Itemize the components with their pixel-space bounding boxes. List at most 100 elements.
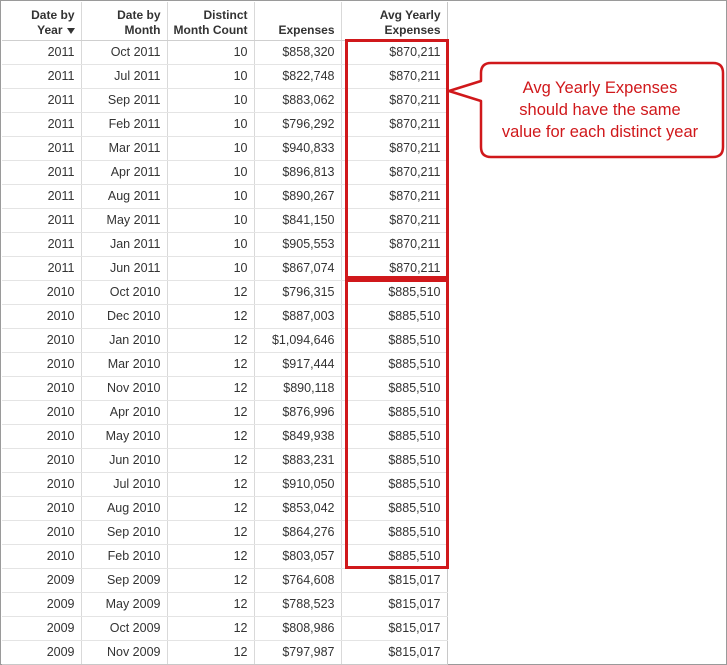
table-row[interactable]: 2010 Apr 2010 12 $876,996 $885,510 [2,400,448,425]
cell-distinct-month-count: 12 [167,496,255,521]
cell-avg-yearly-expenses: $870,211 [341,40,448,65]
table-row[interactable]: 2011 Aug 2011 10 $890,267 $870,211 [2,184,448,209]
table-row[interactable]: 2011 Feb 2011 10 $796,292 $870,211 [2,112,448,137]
callout-line: value for each distinct year [501,123,699,141]
cell-expenses: $796,315 [254,280,342,305]
cell-month: Nov 2009 [81,640,168,665]
cell-expenses: $849,938 [254,424,342,449]
table-row[interactable]: 2011 Apr 2011 10 $896,813 $870,211 [2,160,448,185]
header-label: Date by [117,8,161,22]
header-avg-yearly-expenses[interactable]: Avg Yearly Expenses [341,2,448,41]
cell-avg-yearly-expenses: $885,510 [341,400,448,425]
table-row[interactable]: 2011 Jul 2011 10 $822,748 $870,211 [2,64,448,89]
table-row[interactable]: 2011 May 2011 10 $841,150 $870,211 [2,208,448,233]
cell-year: 2011 [2,184,82,209]
cell-month: Sep 2010 [81,520,168,545]
cell-distinct-month-count: 12 [167,304,255,329]
cell-year: 2010 [2,520,82,545]
cell-avg-yearly-expenses: $870,211 [341,184,448,209]
table-row[interactable]: 2009 Sep 2009 12 $764,608 $815,017 [2,568,448,593]
cell-expenses: $896,813 [254,160,342,185]
cell-avg-yearly-expenses: $885,510 [341,424,448,449]
cell-avg-yearly-expenses: $815,017 [341,592,448,617]
table-row[interactable]: 2010 Oct 2010 12 $796,315 $885,510 [2,280,448,305]
cell-distinct-month-count: 12 [167,424,255,449]
cell-avg-yearly-expenses: $870,211 [341,112,448,137]
cell-year: 2009 [2,568,82,593]
table-row[interactable]: 2010 Mar 2010 12 $917,444 $885,510 [2,352,448,377]
cell-distinct-month-count: 12 [167,616,255,641]
cell-expenses: $867,074 [254,256,342,281]
cell-avg-yearly-expenses: $885,510 [341,544,448,569]
header-label: Avg Yearly [379,8,441,22]
cell-distinct-month-count: 12 [167,568,255,593]
cell-month: Mar 2010 [81,352,168,377]
table-row[interactable]: 2010 Feb 2010 12 $803,057 $885,510 [2,544,448,569]
table-row[interactable]: 2011 Oct 2011 10 $858,320 $870,211 [2,40,448,65]
cell-expenses: $876,996 [254,400,342,425]
header-date-by-month[interactable]: Date by Month [81,2,168,41]
cell-distinct-month-count: 10 [167,184,255,209]
table-row[interactable]: 2010 Nov 2010 12 $890,118 $885,510 [2,376,448,401]
table-row[interactable]: 2011 Mar 2011 10 $940,833 $870,211 [2,136,448,161]
cell-year: 2010 [2,352,82,377]
cell-avg-yearly-expenses: $870,211 [341,136,448,161]
cell-distinct-month-count: 10 [167,208,255,233]
callout-line: Avg Yearly Expenses [522,79,678,97]
callout-text: Avg Yearly Expenses should have the same… [477,77,723,143]
header-expenses[interactable]: Expenses [254,2,342,41]
cell-month: Oct 2011 [81,40,168,65]
cell-year: 2010 [2,496,82,521]
table-row[interactable]: 2010 Dec 2010 12 $887,003 $885,510 [2,304,448,329]
cell-avg-yearly-expenses: $885,510 [341,352,448,377]
header-label: Month Count [173,23,248,37]
cell-year: 2011 [2,64,82,89]
cell-avg-yearly-expenses: $885,510 [341,472,448,497]
cell-expenses: $803,057 [254,544,342,569]
annotation-callout: Avg Yearly Expenses should have the same… [447,61,725,159]
cell-expenses: $1,094,646 [254,328,342,353]
cell-distinct-month-count: 12 [167,376,255,401]
table-row[interactable]: 2010 Jun 2010 12 $883,231 $885,510 [2,448,448,473]
table-row[interactable]: 2010 Jul 2010 12 $910,050 $885,510 [2,472,448,497]
table-row[interactable]: 2009 Nov 2009 12 $797,987 $815,017 [2,640,448,665]
cell-month: Feb 2011 [81,112,168,137]
header-row: Date by Year Date by Month Distinct Month Cou… [2,2,448,41]
cell-expenses: $883,062 [254,88,342,113]
cell-expenses: $887,003 [254,304,342,329]
cell-distinct-month-count: 10 [167,256,255,281]
cell-month: Oct 2009 [81,616,168,641]
cell-month: Jan 2010 [81,328,168,353]
header-date-by-year[interactable]: Date by Year [2,2,82,41]
cell-month: May 2011 [81,208,168,233]
sort-descending-icon[interactable] [66,27,75,34]
table-row[interactable]: 2009 May 2009 12 $788,523 $815,017 [2,592,448,617]
table-row[interactable]: 2010 Sep 2010 12 $864,276 $885,510 [2,520,448,545]
cell-expenses: $864,276 [254,520,342,545]
cell-distinct-month-count: 12 [167,472,255,497]
cell-year: 2009 [2,640,82,665]
cell-avg-yearly-expenses: $870,211 [341,208,448,233]
table-row[interactable]: 2010 Aug 2010 12 $853,042 $885,510 [2,496,448,521]
cell-year: 2010 [2,424,82,449]
cell-distinct-month-count: 12 [167,280,255,305]
cell-year: 2009 [2,616,82,641]
header-distinct-month-count[interactable]: Distinct Month Count [167,2,255,41]
table-row[interactable]: 2009 Oct 2009 12 $808,986 $815,017 [2,616,448,641]
cell-month: Aug 2011 [81,184,168,209]
table-row[interactable]: 2011 Jan 2011 10 $905,553 $870,211 [2,232,448,257]
table-row[interactable]: 2011 Jun 2011 10 $867,074 $870,211 [2,256,448,281]
cell-avg-yearly-expenses: $870,211 [341,160,448,185]
cell-month: Jun 2011 [81,256,168,281]
cell-avg-yearly-expenses: $885,510 [341,280,448,305]
cell-avg-yearly-expenses: $870,211 [341,64,448,89]
header-label: Distinct [203,8,248,22]
table-row[interactable]: 2010 May 2010 12 $849,938 $885,510 [2,424,448,449]
table-row[interactable]: 2011 Sep 2011 10 $883,062 $870,211 [2,88,448,113]
cell-year: 2011 [2,256,82,281]
table-row[interactable]: 2010 Jan 2010 12 $1,094,646 $885,510 [2,328,448,353]
cell-expenses: $808,986 [254,616,342,641]
cell-month: Mar 2011 [81,136,168,161]
cell-avg-yearly-expenses: $870,211 [341,88,448,113]
cell-year: 2010 [2,544,82,569]
